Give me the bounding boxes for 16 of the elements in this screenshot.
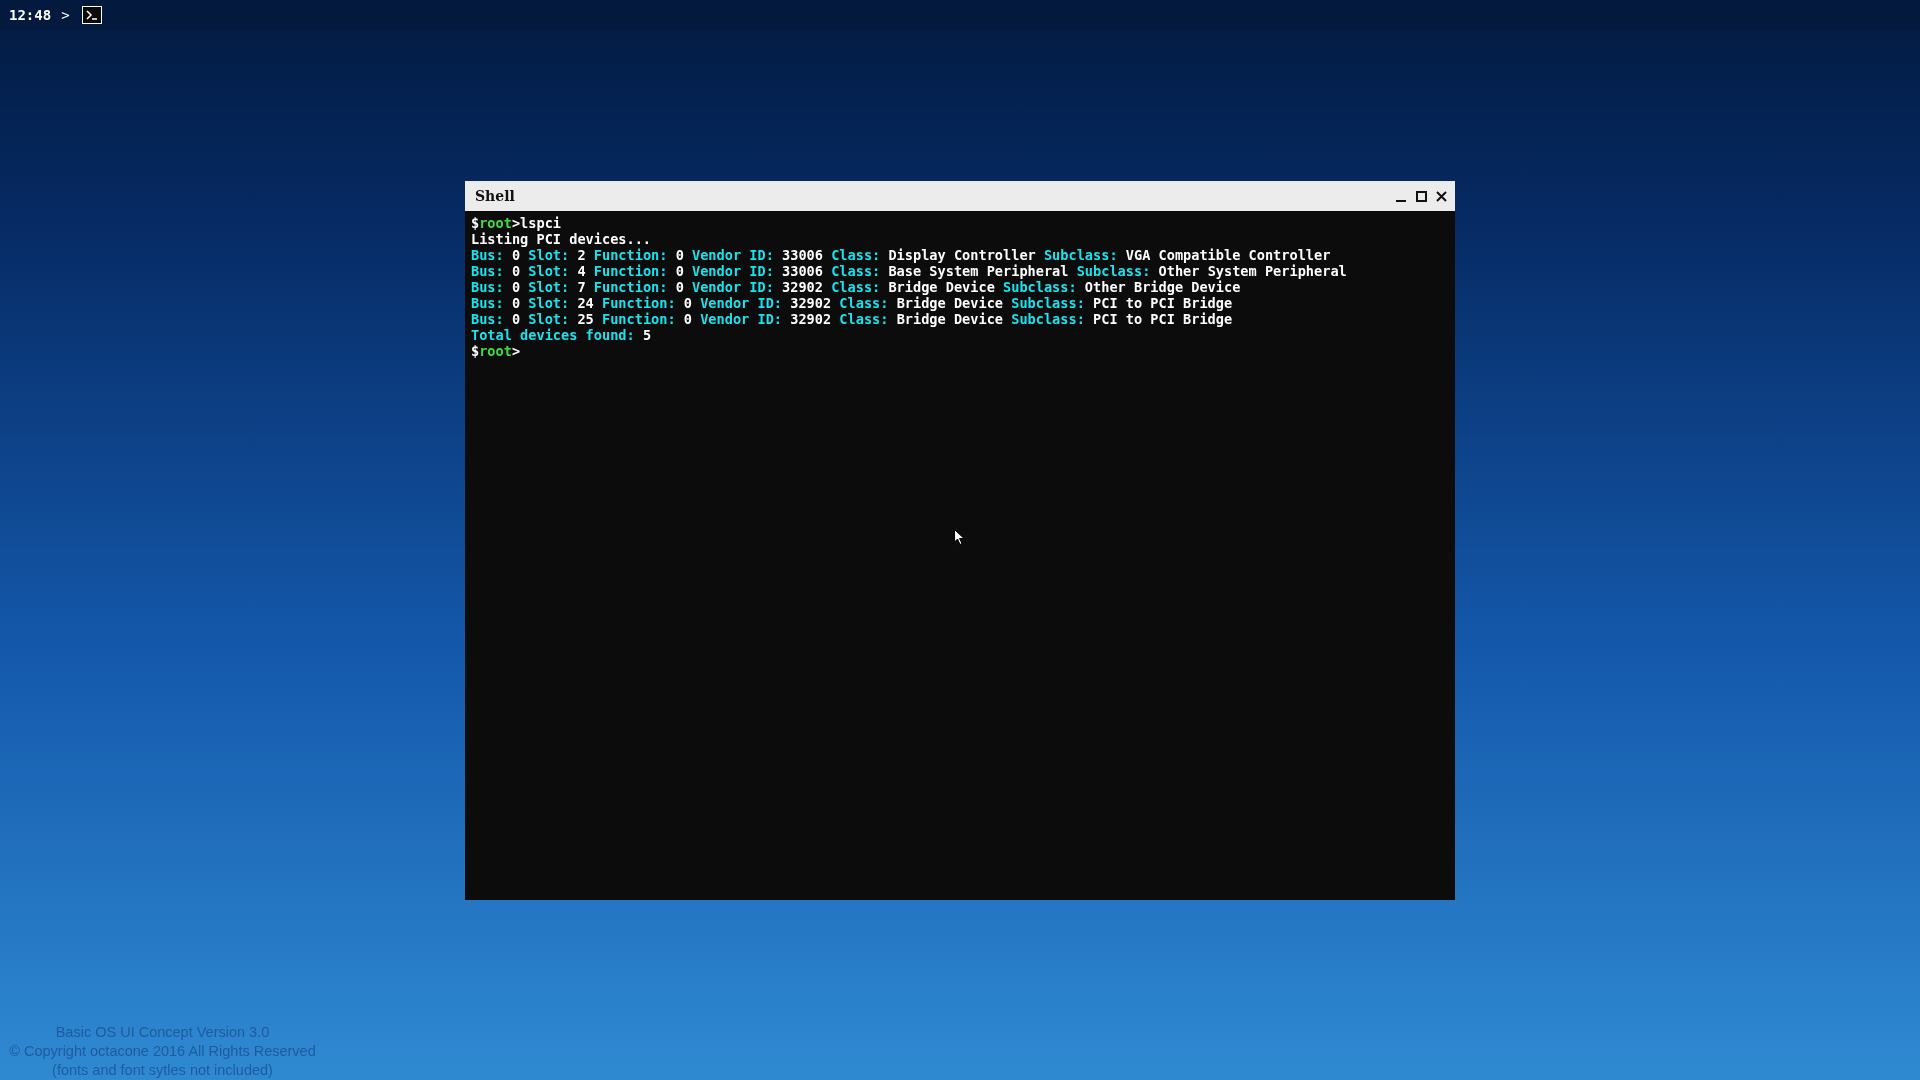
maximize-icon[interactable]: [1416, 190, 1427, 202]
chevron-text: >: [61, 7, 70, 23]
terminal-line: Bus: 0 Slot: 25 Function: 0 Vendor ID: 32902 Class: Bridge Device Subclass: PCI to PCI Bridge: [471, 311, 1234, 327]
terminal-line: Total devices found: 5: [471, 327, 653, 343]
close-icon[interactable]: [1436, 190, 1447, 202]
window-title: Shell: [475, 188, 515, 204]
mouse-pointer-icon: [954, 529, 965, 546]
clock-time: 12:48: [9, 7, 52, 23]
terminal-line: $root>lspci: [471, 215, 563, 231]
terminal-line: Bus: 0 Slot: 2 Function: 0 Vendor ID: 33006 Class: Display Controller Subclass: VGA Compatible Controller: [471, 247, 1332, 263]
terminal-line: Bus: 0 Slot: 24 Function: 0 Vendor ID: 32902 Class: Bridge Device Subclass: PCI to PCI Bridge: [471, 295, 1234, 311]
terminal-line: Bus: 0 Slot: 4 Function: 0 Vendor ID: 33006 Class: Base System Peripheral Subclass: Other System Peripheral: [471, 263, 1348, 279]
terminal-line: Bus: 0 Slot: 7 Function: 0 Vendor ID: 32902 Class: Bridge Device Subclass: Other Bridge Device: [471, 279, 1242, 295]
terminal-line: $root>: [471, 343, 522, 359]
terminal-icon[interactable]: [81, 6, 102, 24]
terminal-line: Listing PCI devices...: [471, 231, 653, 247]
